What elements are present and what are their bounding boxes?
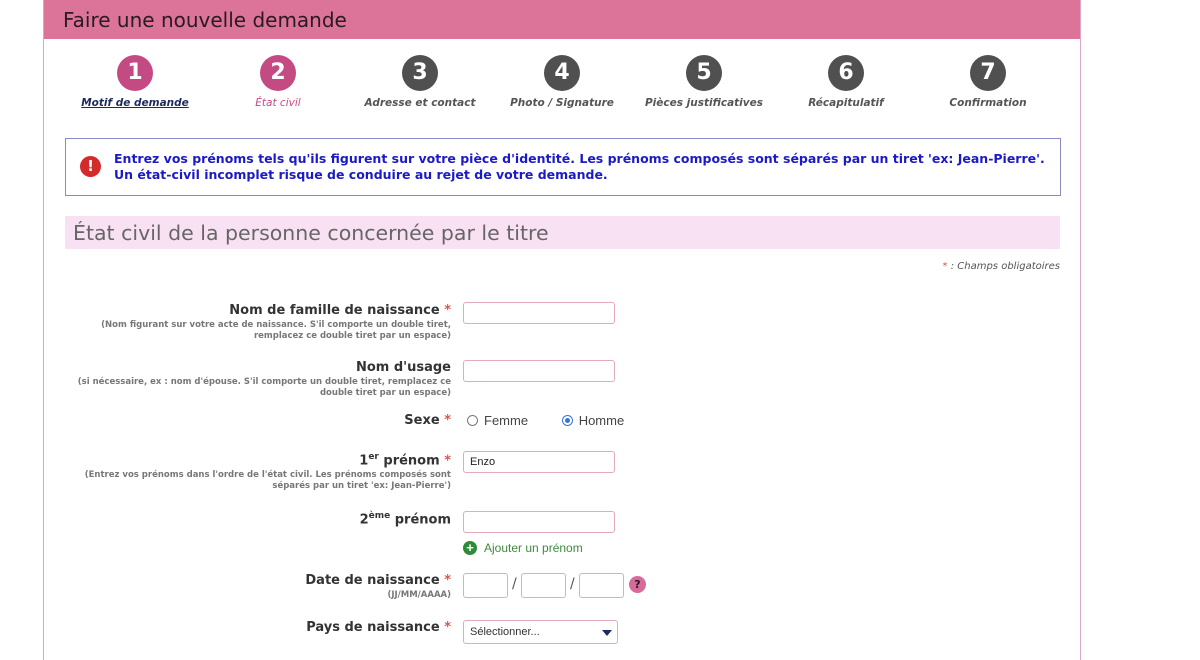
request-panel: Faire une nouvelle demande 1 Motif de de…: [43, 0, 1081, 660]
date-day-input[interactable]: [463, 573, 508, 598]
radio-button-checked[interactable]: [561, 415, 573, 427]
field-help: (si nécessaire, ex : nom d'épouse. S'il …: [77, 377, 451, 398]
step-label: État civil: [255, 97, 301, 109]
step-2: 2 État civil: [203, 55, 353, 109]
date-separator: /: [570, 576, 575, 592]
section-title: État civil de la personne concernée par …: [73, 221, 549, 245]
step-number: 7: [970, 55, 1006, 91]
plus-circle-icon: +: [463, 540, 477, 555]
step-label: Récapitulatif: [808, 97, 884, 109]
step-label: Confirmation: [949, 97, 1027, 109]
date-format-hint: (JJ/MM/AAAA): [387, 590, 451, 600]
step-number: 1: [117, 55, 153, 91]
field-label: Pays de naissance *: [306, 620, 451, 635]
required-fields-note: * : Champs obligatoires: [943, 261, 1060, 272]
radio-femme[interactable]: Femme: [467, 413, 528, 428]
field-help: (Entrez vos prénoms dans l'ordre de l'ét…: [84, 470, 451, 492]
date-year-input[interactable]: [579, 573, 624, 598]
field-label: Date de naissance *: [305, 573, 451, 588]
prenom-1-input[interactable]: [463, 451, 615, 473]
field-label: 1er prénom *: [359, 452, 451, 469]
step-number: 5: [686, 55, 722, 91]
warning-alert: ! Entrez vos prénoms tels qu'ils figuren…: [65, 138, 1061, 196]
stepper: 1 Motif de demande 2 État civil 3 Adress…: [44, 55, 1080, 115]
step-number: 3: [402, 55, 438, 91]
step-1[interactable]: 1 Motif de demande: [60, 55, 210, 109]
radio-button[interactable]: [467, 415, 478, 427]
required-note-text: : Champs obligatoires: [947, 261, 1060, 272]
chevron-down-icon: [602, 630, 612, 636]
radio-homme[interactable]: Homme: [561, 413, 624, 428]
step-label-link[interactable]: Motif de demande: [60, 97, 210, 109]
select-value: Sélectionner...: [470, 626, 540, 638]
page-title: Faire une nouvelle demande: [63, 8, 347, 32]
section-header: État civil de la personne concernée par …: [65, 216, 1060, 249]
pays-naissance-select[interactable]: Sélectionner...: [463, 620, 618, 644]
alert-message: Entrez vos prénoms tels qu'ils figurent …: [114, 151, 1045, 182]
step-number: 6: [828, 55, 864, 91]
exclamation-icon: !: [80, 156, 101, 177]
add-prenom-link[interactable]: + Ajouter un prénom: [463, 540, 583, 556]
field-label: Nom de famille de naissance *: [229, 303, 451, 318]
sexe-radio-group: Femme Homme: [467, 413, 654, 428]
step-number: 4: [544, 55, 580, 91]
step-number: 2: [260, 55, 296, 91]
field-label: 2ème prénom: [359, 511, 451, 528]
help-question-icon[interactable]: ?: [629, 576, 646, 593]
field-help: (Nom figurant sur votre acte de naissanc…: [101, 320, 451, 341]
date-month-input[interactable]: [521, 573, 566, 598]
nom-naissance-input[interactable]: [463, 302, 615, 324]
step-5: 5 Pièces justificatives: [629, 55, 779, 109]
nom-usage-input[interactable]: [463, 360, 615, 382]
field-label: Sexe *: [404, 413, 451, 428]
step-3: 3 Adresse et contact: [345, 55, 495, 109]
step-6: 6 Récapitulatif: [771, 55, 921, 109]
step-7: 7 Confirmation: [913, 55, 1063, 109]
step-label: Photo / Signature: [510, 97, 614, 109]
prenom-2-input[interactable]: [463, 511, 615, 533]
step-label: Adresse et contact: [364, 97, 476, 109]
date-separator: /: [512, 576, 517, 592]
panel-header: Faire une nouvelle demande: [44, 0, 1080, 39]
step-label: Pièces justificatives: [644, 97, 764, 109]
step-4: 4 Photo / Signature: [487, 55, 637, 109]
field-label: Nom d'usage: [355, 360, 451, 375]
